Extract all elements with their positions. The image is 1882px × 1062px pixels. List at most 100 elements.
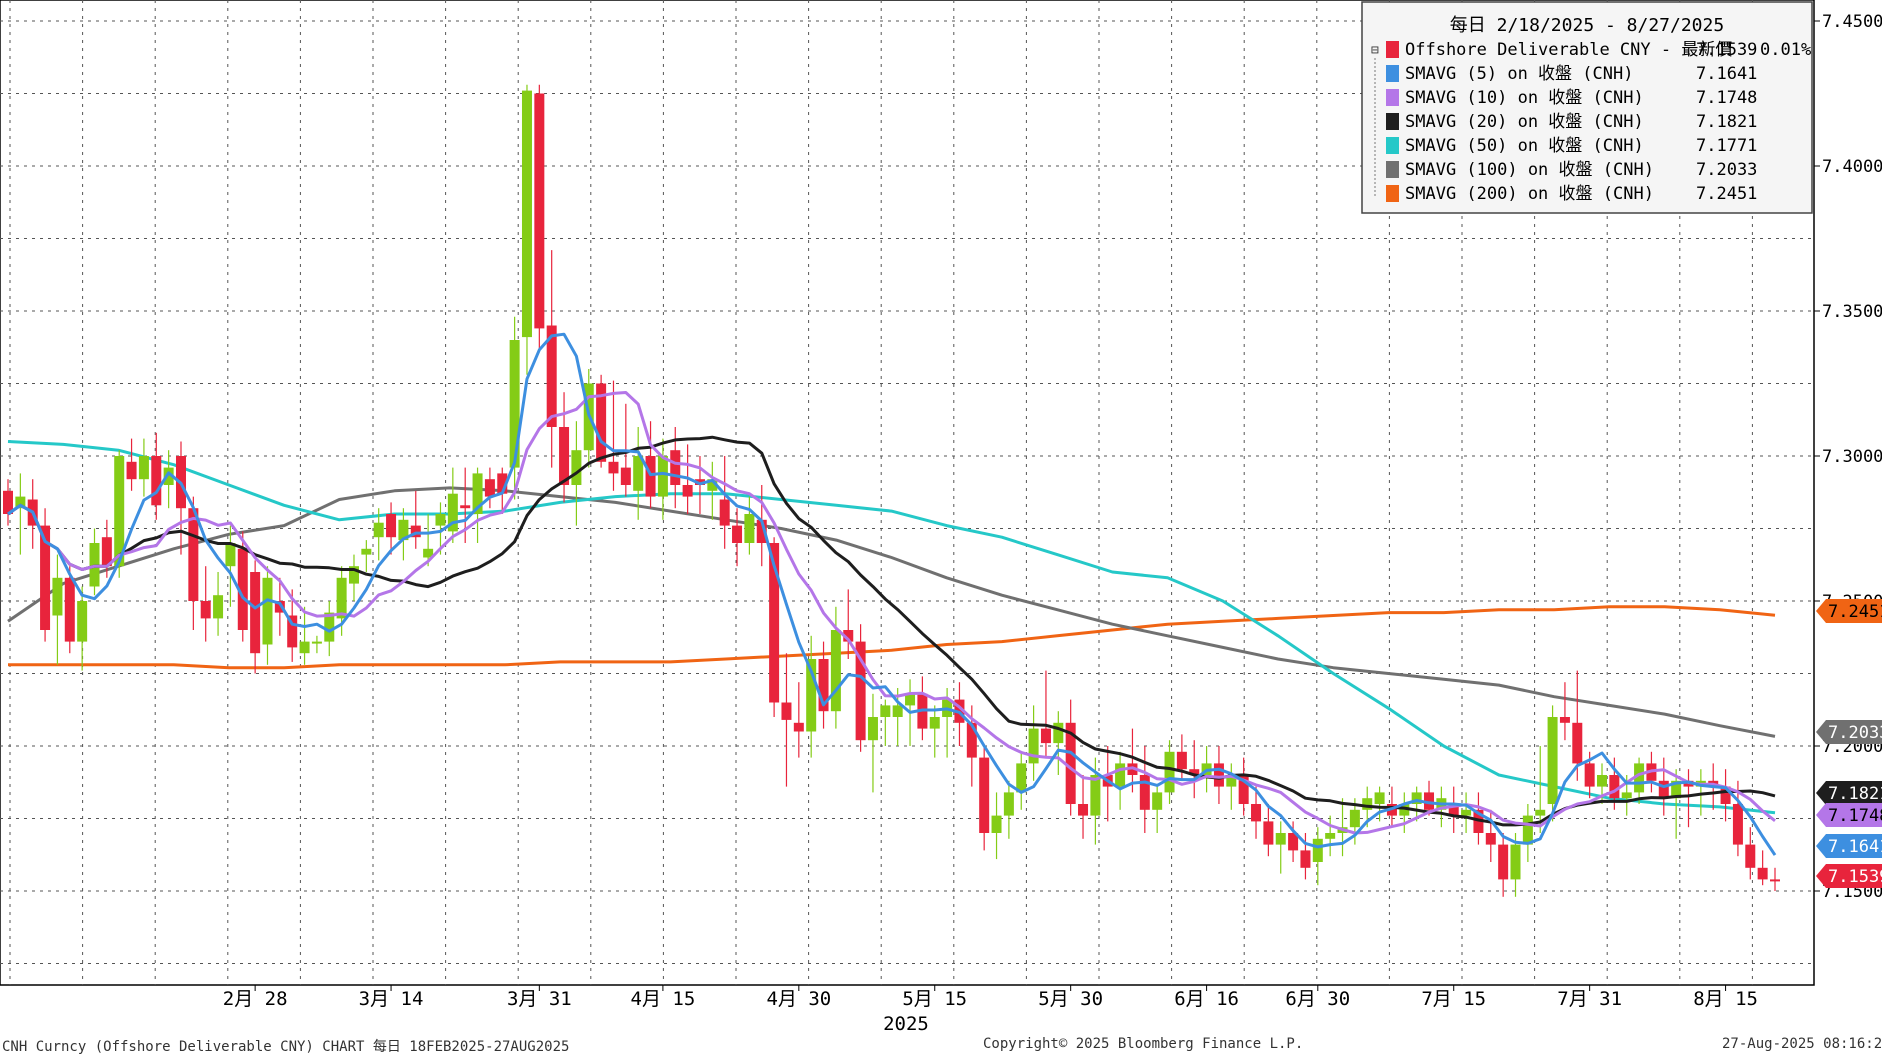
y-tick-label: 7.3500 (1822, 302, 1882, 322)
badge-last-price: 7.1539 (1816, 864, 1882, 888)
legend-series-value: 7.1539 (1696, 40, 1757, 60)
x-tick-label: 6月 30 (1285, 988, 1350, 1010)
badge-sma200: 7.2451 (1816, 599, 1882, 623)
x-tick-label: 7月 15 (1421, 988, 1486, 1010)
footer-timestamp: 27-Aug-2025 08:16:28 (1722, 1036, 1882, 1052)
legend-swatch (1386, 89, 1399, 106)
candle-body (1275, 833, 1286, 845)
candle-body (880, 705, 891, 717)
legend-series-change: 0.01% (1760, 40, 1811, 60)
value-badge-text: 7.1821 (1828, 784, 1882, 804)
candle-body (1584, 763, 1595, 787)
candle-body (1028, 728, 1039, 764)
candle-body (138, 456, 149, 480)
candle-body (250, 572, 261, 654)
candle-body (77, 601, 88, 642)
candle-body (1597, 775, 1608, 787)
candle-body (1078, 804, 1089, 816)
value-badge-text: 7.1539 (1828, 867, 1882, 887)
candle-body (1263, 821, 1274, 845)
candle-body (571, 450, 582, 485)
candle-body (1300, 850, 1311, 868)
candle-body (1312, 838, 1323, 862)
candle-body (1164, 751, 1175, 793)
candle-body (1349, 809, 1360, 828)
candle-body (1040, 728, 1051, 744)
badge-sma5: 7.1641 (1816, 834, 1882, 858)
candle-body (225, 543, 236, 567)
candle-body (1016, 763, 1027, 793)
legend-swatch (1386, 161, 1399, 178)
candle-body (1461, 809, 1472, 816)
candle-body (892, 705, 903, 717)
legend-series-name: SMAVG (200) on 收盤 (CNH) (1405, 184, 1654, 204)
candle-body (682, 485, 693, 497)
candle-body (1251, 804, 1262, 822)
x-year-label: 2025 (883, 1013, 929, 1035)
legend: 每日 2/18/2025 - 8/27/2025 ⊟ Offshore Delive… (1361, 1, 1813, 214)
x-tick-label: 5月 30 (1038, 988, 1103, 1010)
candle-body (1090, 775, 1101, 816)
candle-body (126, 461, 137, 480)
candle-body (559, 427, 570, 485)
candle-body (311, 641, 322, 644)
x-tick-label: 7月 31 (1557, 988, 1622, 1010)
x-tick-label: 4月 30 (766, 988, 831, 1010)
candle-body (1115, 763, 1126, 787)
candle-body (620, 467, 631, 485)
candle-body (1559, 717, 1570, 723)
candle-body (64, 577, 75, 642)
candle-body (1658, 780, 1669, 799)
candle-body (52, 577, 63, 616)
candle-body (645, 456, 656, 497)
x-tick-label: 8月 15 (1693, 988, 1758, 1010)
badge-sma20: 7.1821 (1816, 781, 1882, 805)
candle-body (732, 525, 743, 543)
legend-series-value: 7.1821 (1696, 112, 1757, 132)
candle-body (200, 601, 211, 619)
candle-body (867, 717, 878, 741)
value-badge-text: 7.1748 (1828, 806, 1882, 826)
chart-area[interactable]: 7.45007.40007.35007.30007.25007.20007.15… (0, 0, 1882, 1058)
candle-body (670, 450, 681, 485)
candle-body (262, 577, 273, 645)
value-badge-text: 7.2033 (1828, 723, 1882, 743)
candle-body (1547, 717, 1558, 804)
legend-series-name: SMAVG (20) on 收盤 (CNH) (1405, 112, 1644, 132)
x-tick-label: 3月 31 (507, 988, 572, 1010)
candle-body (460, 505, 471, 509)
candle-body (361, 548, 372, 555)
legend-series-name: Offshore Deliverable CNY - 最新價 (1405, 40, 1732, 60)
candle-body (929, 717, 940, 729)
x-tick-label: 5月 15 (902, 988, 967, 1010)
candle-body (979, 757, 990, 833)
candle-body (1745, 844, 1756, 868)
candle-body (1621, 792, 1632, 799)
candle-body (534, 93, 545, 329)
candle-body (213, 595, 224, 619)
candle-body (1522, 815, 1533, 845)
candle-body (1374, 792, 1385, 804)
candle-body (1757, 867, 1768, 880)
value-badge-text: 7.1641 (1828, 837, 1882, 857)
candle-body (1485, 833, 1496, 845)
candle-body (1053, 722, 1064, 744)
badge-sma10: 7.1748 (1816, 803, 1882, 827)
badge-sma100: 7.2033 (1816, 720, 1882, 744)
legend-swatch (1386, 185, 1399, 202)
candle-body (1003, 792, 1014, 816)
candle-body (1152, 792, 1163, 810)
candle-body (1139, 775, 1150, 810)
candle-body (435, 514, 446, 526)
candle-body (484, 479, 495, 497)
candlestick-chart[interactable]: 7.45007.40007.35007.30007.25007.20007.15… (0, 0, 1882, 1058)
value-badge-text: 7.2451 (1828, 602, 1882, 622)
legend-series-name: SMAVG (10) on 收盤 (CNH) (1405, 88, 1644, 108)
legend-swatch (1386, 41, 1399, 58)
candle-body (1510, 844, 1521, 880)
footer-copyright: Copyright© 2025 Bloomberg Finance L.P. (983, 1036, 1304, 1052)
legend-period-header: 每日 2/18/2025 - 8/27/2025 (1450, 15, 1724, 36)
candle-body (373, 522, 384, 538)
y-tick-label: 7.4500 (1822, 12, 1882, 32)
legend-series-value: 7.1771 (1696, 136, 1757, 156)
